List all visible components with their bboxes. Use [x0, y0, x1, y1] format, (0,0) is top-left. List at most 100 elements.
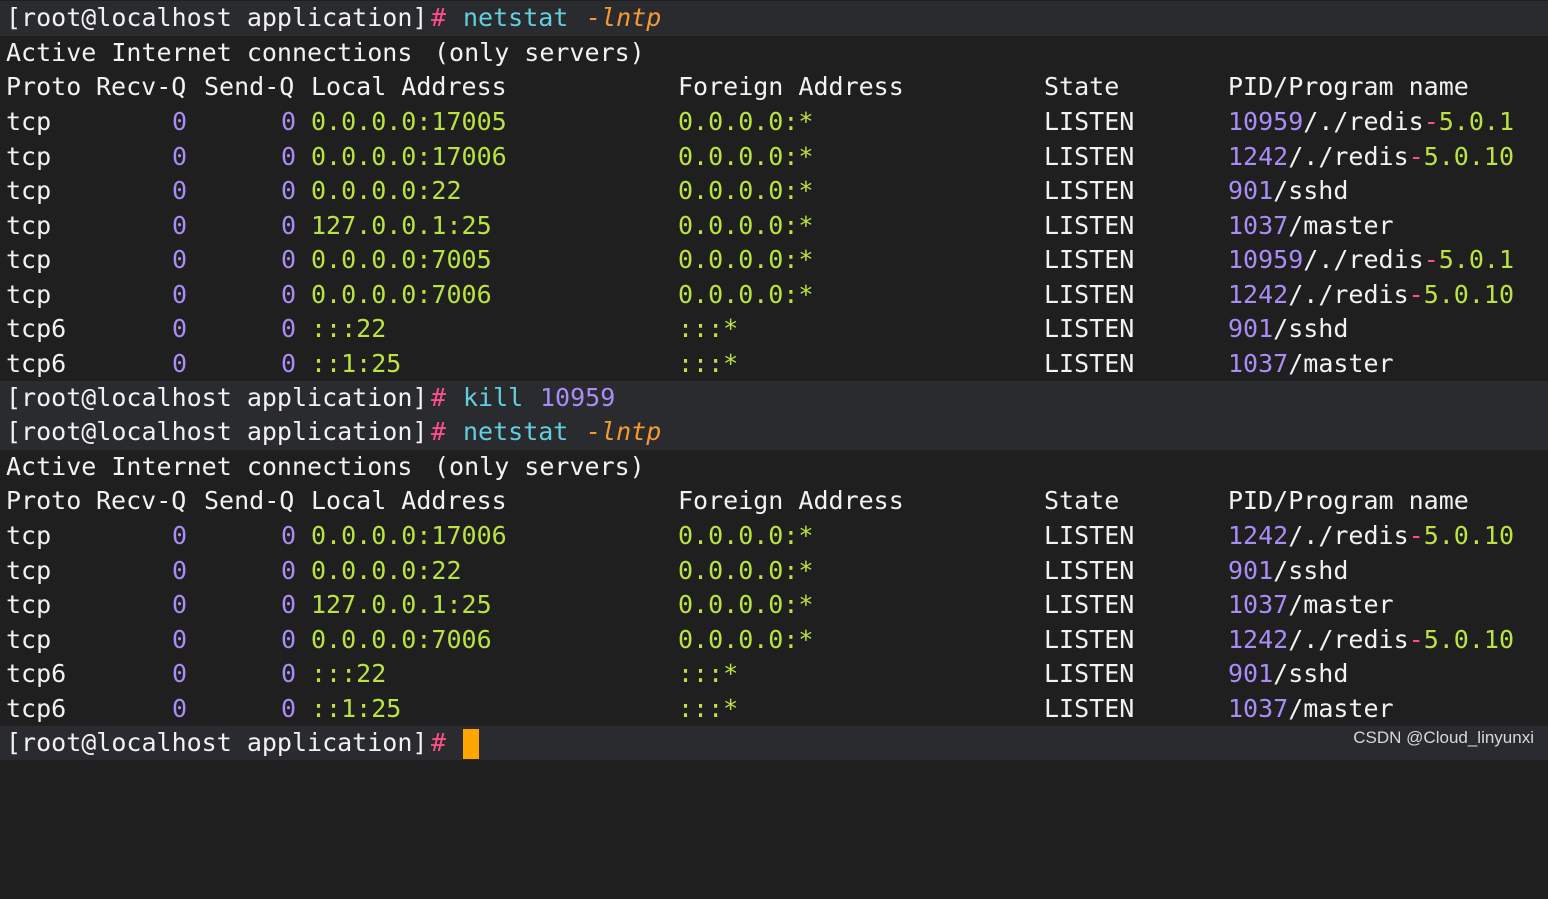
- prompt-line: [root@localhost application] # kill 1095…: [0, 381, 1548, 416]
- foreign-address-cell: :::*: [678, 659, 739, 688]
- send-q-cell: 0: [280, 141, 296, 171]
- table-row: tcp 0 0 0.0.0.0:17006 0.0.0.0:* LISTEN 1242/./…: [0, 140, 1548, 175]
- send-q-cell: 0: [280, 210, 296, 240]
- state-cell: LISTEN: [1044, 624, 1135, 654]
- command-option: -lntp: [586, 417, 662, 446]
- table-row: tcp 0 0 0.0.0.0:22 0.0.0.0:* LISTEN 901/sshd: [0, 554, 1548, 589]
- prompt-user-host: [root@localhost application]: [6, 728, 428, 757]
- send-q-cell: 0: [280, 521, 296, 550]
- program-name: /./redis-5.0.10: [1288, 624, 1515, 654]
- foreign-address-cell: 0.0.0.0:*: [678, 279, 814, 309]
- table-row: tcp 0 0 0.0.0.0:7005 0.0.0.0:* LISTEN 10959/./…: [0, 243, 1548, 278]
- text-cursor[interactable]: [463, 729, 479, 759]
- program-name: /master: [1288, 590, 1394, 619]
- pid-value: 1242: [1228, 279, 1289, 309]
- proto-cell: tcp: [6, 555, 52, 585]
- recv-q-cell: 0: [171, 693, 187, 723]
- table-row: tcp 0 0 0.0.0.0:7006 0.0.0.0:* LISTEN 1242/./r…: [0, 278, 1548, 313]
- local-address-cell: 0.0.0.0:17005: [311, 107, 507, 136]
- foreign-address-cell: :::*: [678, 693, 739, 723]
- program-name: /./redis-5.0.10: [1288, 279, 1515, 309]
- header-recv-q: Recv-Q: [96, 486, 187, 515]
- foreign-address-cell: 0.0.0.0:*: [678, 624, 814, 654]
- program-name: /sshd: [1273, 659, 1349, 688]
- table-row: tcp 0 0 0.0.0.0:22 0.0.0.0:* LISTEN 901/sshd: [0, 174, 1548, 209]
- header-proto: Proto: [6, 72, 82, 101]
- table-row: tcp6 0 0:::22:::* LISTEN 901/sshd: [0, 312, 1548, 347]
- program-name: /sshd: [1273, 314, 1349, 343]
- prompt-symbol: #: [431, 3, 447, 32]
- local-address-cell: :::22: [311, 659, 387, 688]
- recv-q-cell: 0: [171, 590, 187, 619]
- command-name: netstat: [463, 3, 569, 32]
- state-cell: LISTEN: [1044, 659, 1135, 688]
- program-name: /./redis-5.0.1: [1303, 245, 1515, 274]
- proto-cell: tcp: [6, 624, 52, 654]
- local-address-cell: 0.0.0.0:7006: [311, 279, 492, 309]
- pid-program-cell: 1242/./redis-5.0.10: [1228, 140, 1514, 175]
- proto-cell: tcp6: [6, 659, 67, 688]
- local-address-cell: 0.0.0.0:17006: [311, 141, 507, 171]
- foreign-address-cell: 0.0.0.0:*: [678, 521, 814, 550]
- foreign-address-cell: :::*: [678, 314, 739, 343]
- pid-program-cell: 10959/./redis-5.0.1: [1228, 105, 1514, 140]
- foreign-address-cell: :::*: [678, 348, 739, 378]
- recv-q-cell: 0: [171, 659, 187, 688]
- pid-program-cell: 901/sshd: [1228, 657, 1348, 692]
- send-q-cell: 0: [280, 176, 296, 205]
- pid-value: 901: [1228, 176, 1274, 205]
- recv-q-cell: 0: [171, 521, 187, 550]
- recv-q-cell: 0: [171, 176, 187, 205]
- pid-program-cell: 1037/master: [1228, 588, 1394, 623]
- foreign-address-cell: 0.0.0.0:*: [678, 176, 814, 205]
- recv-q-cell: 0: [171, 245, 187, 274]
- header-proto: Proto: [6, 486, 82, 515]
- local-address-cell: ::1:25: [311, 348, 402, 378]
- pid-value: 1037: [1228, 210, 1289, 240]
- terminal-window[interactable]: [root@localhost application] # netstat -…: [0, 0, 1548, 760]
- pid-program-cell: 901/sshd: [1228, 174, 1348, 209]
- command-argument: 10959: [540, 383, 616, 412]
- send-q-cell: 0: [280, 279, 296, 309]
- pid-value: 1242: [1228, 141, 1289, 171]
- state-cell: LISTEN: [1044, 348, 1135, 378]
- send-q-cell: 0: [280, 314, 296, 343]
- output-title-paren: (only servers): [434, 38, 645, 67]
- local-address-cell: 0.0.0.0:22: [311, 555, 462, 585]
- watermark: CSDN @Cloud_linyunxi: [1353, 728, 1534, 747]
- program-name: /./redis-5.0.10: [1288, 141, 1515, 171]
- state-cell: LISTEN: [1044, 693, 1135, 723]
- send-q-cell: 0: [280, 659, 296, 688]
- state-cell: LISTEN: [1044, 245, 1135, 274]
- program-name: /sshd: [1273, 555, 1349, 585]
- recv-q-cell: 0: [171, 141, 187, 171]
- prompt-line-current[interactable]: [root@localhost application] #: [0, 726, 1548, 760]
- proto-cell: tcp: [6, 107, 52, 136]
- send-q-cell: 0: [280, 590, 296, 619]
- proto-cell: tcp6: [6, 314, 67, 343]
- command-name: kill: [463, 383, 524, 412]
- local-address-cell: :::22: [311, 314, 387, 343]
- state-cell: LISTEN: [1044, 176, 1135, 205]
- local-address-cell: 127.0.0.1:25: [311, 590, 492, 619]
- program-name: /master: [1288, 693, 1394, 723]
- prompt-user-host: [root@localhost application]: [6, 3, 428, 32]
- local-address-cell: ::1:25: [311, 693, 402, 723]
- proto-cell: tcp6: [6, 693, 67, 723]
- header-local-address: Local Address: [311, 486, 507, 515]
- pid-value: 901: [1228, 314, 1274, 343]
- send-q-cell: 0: [280, 348, 296, 378]
- table-row: tcp6 0 0::1:25:::* LISTEN 1037/master: [0, 692, 1548, 727]
- table-row: tcp 0 0 0.0.0.0:17006 0.0.0.0:* LISTEN 1242/./…: [0, 519, 1548, 554]
- prompt-user-host: [root@localhost application]: [6, 417, 428, 446]
- local-address-cell: 0.0.0.0:17006: [311, 521, 507, 550]
- header-send-q: Send-Q: [204, 72, 295, 101]
- prompt-symbol: #: [431, 417, 447, 446]
- state-cell: LISTEN: [1044, 107, 1135, 136]
- table-row: tcp6 0 0::1:25:::* LISTEN 1037/master: [0, 347, 1548, 382]
- table-row: tcp6 0 0:::22:::* LISTEN 901/sshd: [0, 657, 1548, 692]
- proto-cell: tcp: [6, 245, 52, 274]
- pid-value: 1037: [1228, 590, 1289, 619]
- state-cell: LISTEN: [1044, 590, 1135, 619]
- pid-program-cell: 901/sshd: [1228, 312, 1348, 347]
